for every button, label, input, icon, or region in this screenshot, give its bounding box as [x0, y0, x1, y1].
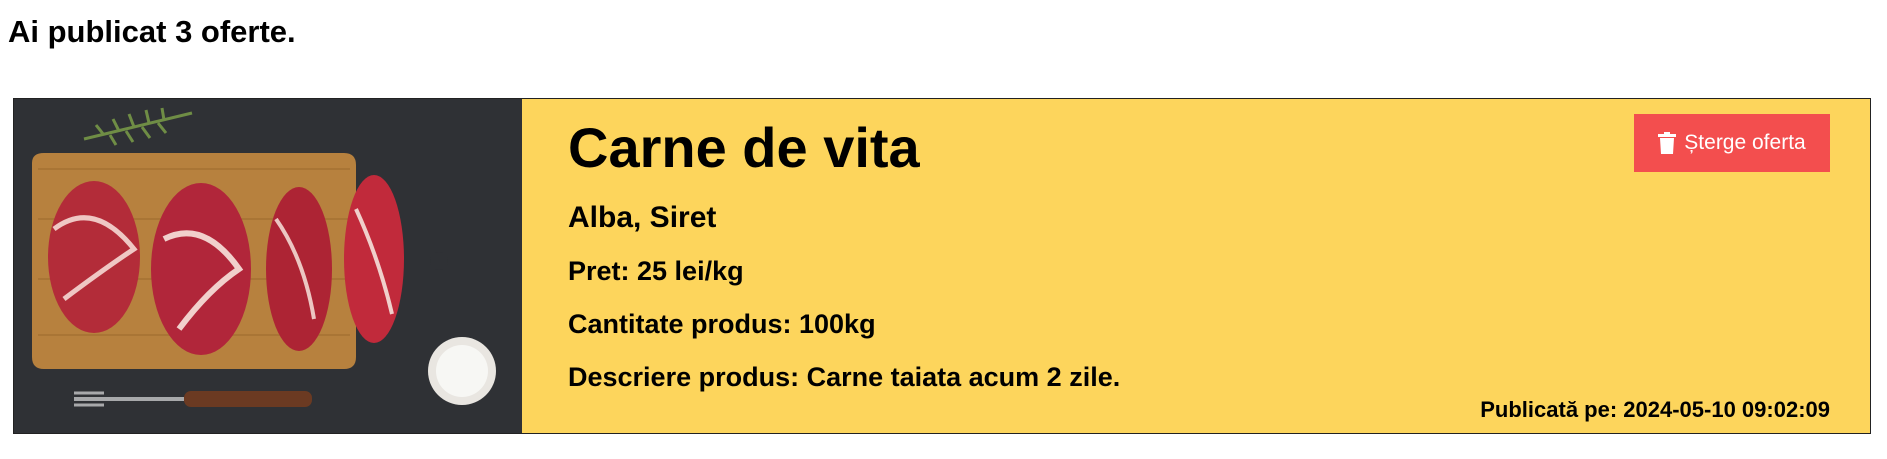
offer-quantity: Cantitate produs: 100kg [568, 309, 876, 339]
offer-photo [14, 99, 522, 433]
trash-icon [1658, 132, 1677, 154]
delete-offer-label: Șterge oferta [1684, 131, 1806, 154]
offers-count-heading: Ai publicat 3 oferte. [8, 14, 296, 49]
offer-location: Alba, Siret [568, 201, 717, 234]
published-timestamp: Publicată pe: 2024-05-10 09:02:09 [1480, 397, 1830, 422]
offer-details: Carne de vita Alba, Siret Pret: 25 lei/k… [522, 99, 1870, 433]
offer-title: Carne de vita [568, 116, 920, 179]
delete-offer-button[interactable]: Șterge oferta [1634, 114, 1830, 172]
offer-description: Descriere produs: Carne taiata acum 2 zi… [568, 362, 1121, 392]
offer-price: Pret: 25 lei/kg [568, 256, 744, 286]
offer-card: Carne de vita Alba, Siret Pret: 25 lei/k… [13, 98, 1871, 434]
